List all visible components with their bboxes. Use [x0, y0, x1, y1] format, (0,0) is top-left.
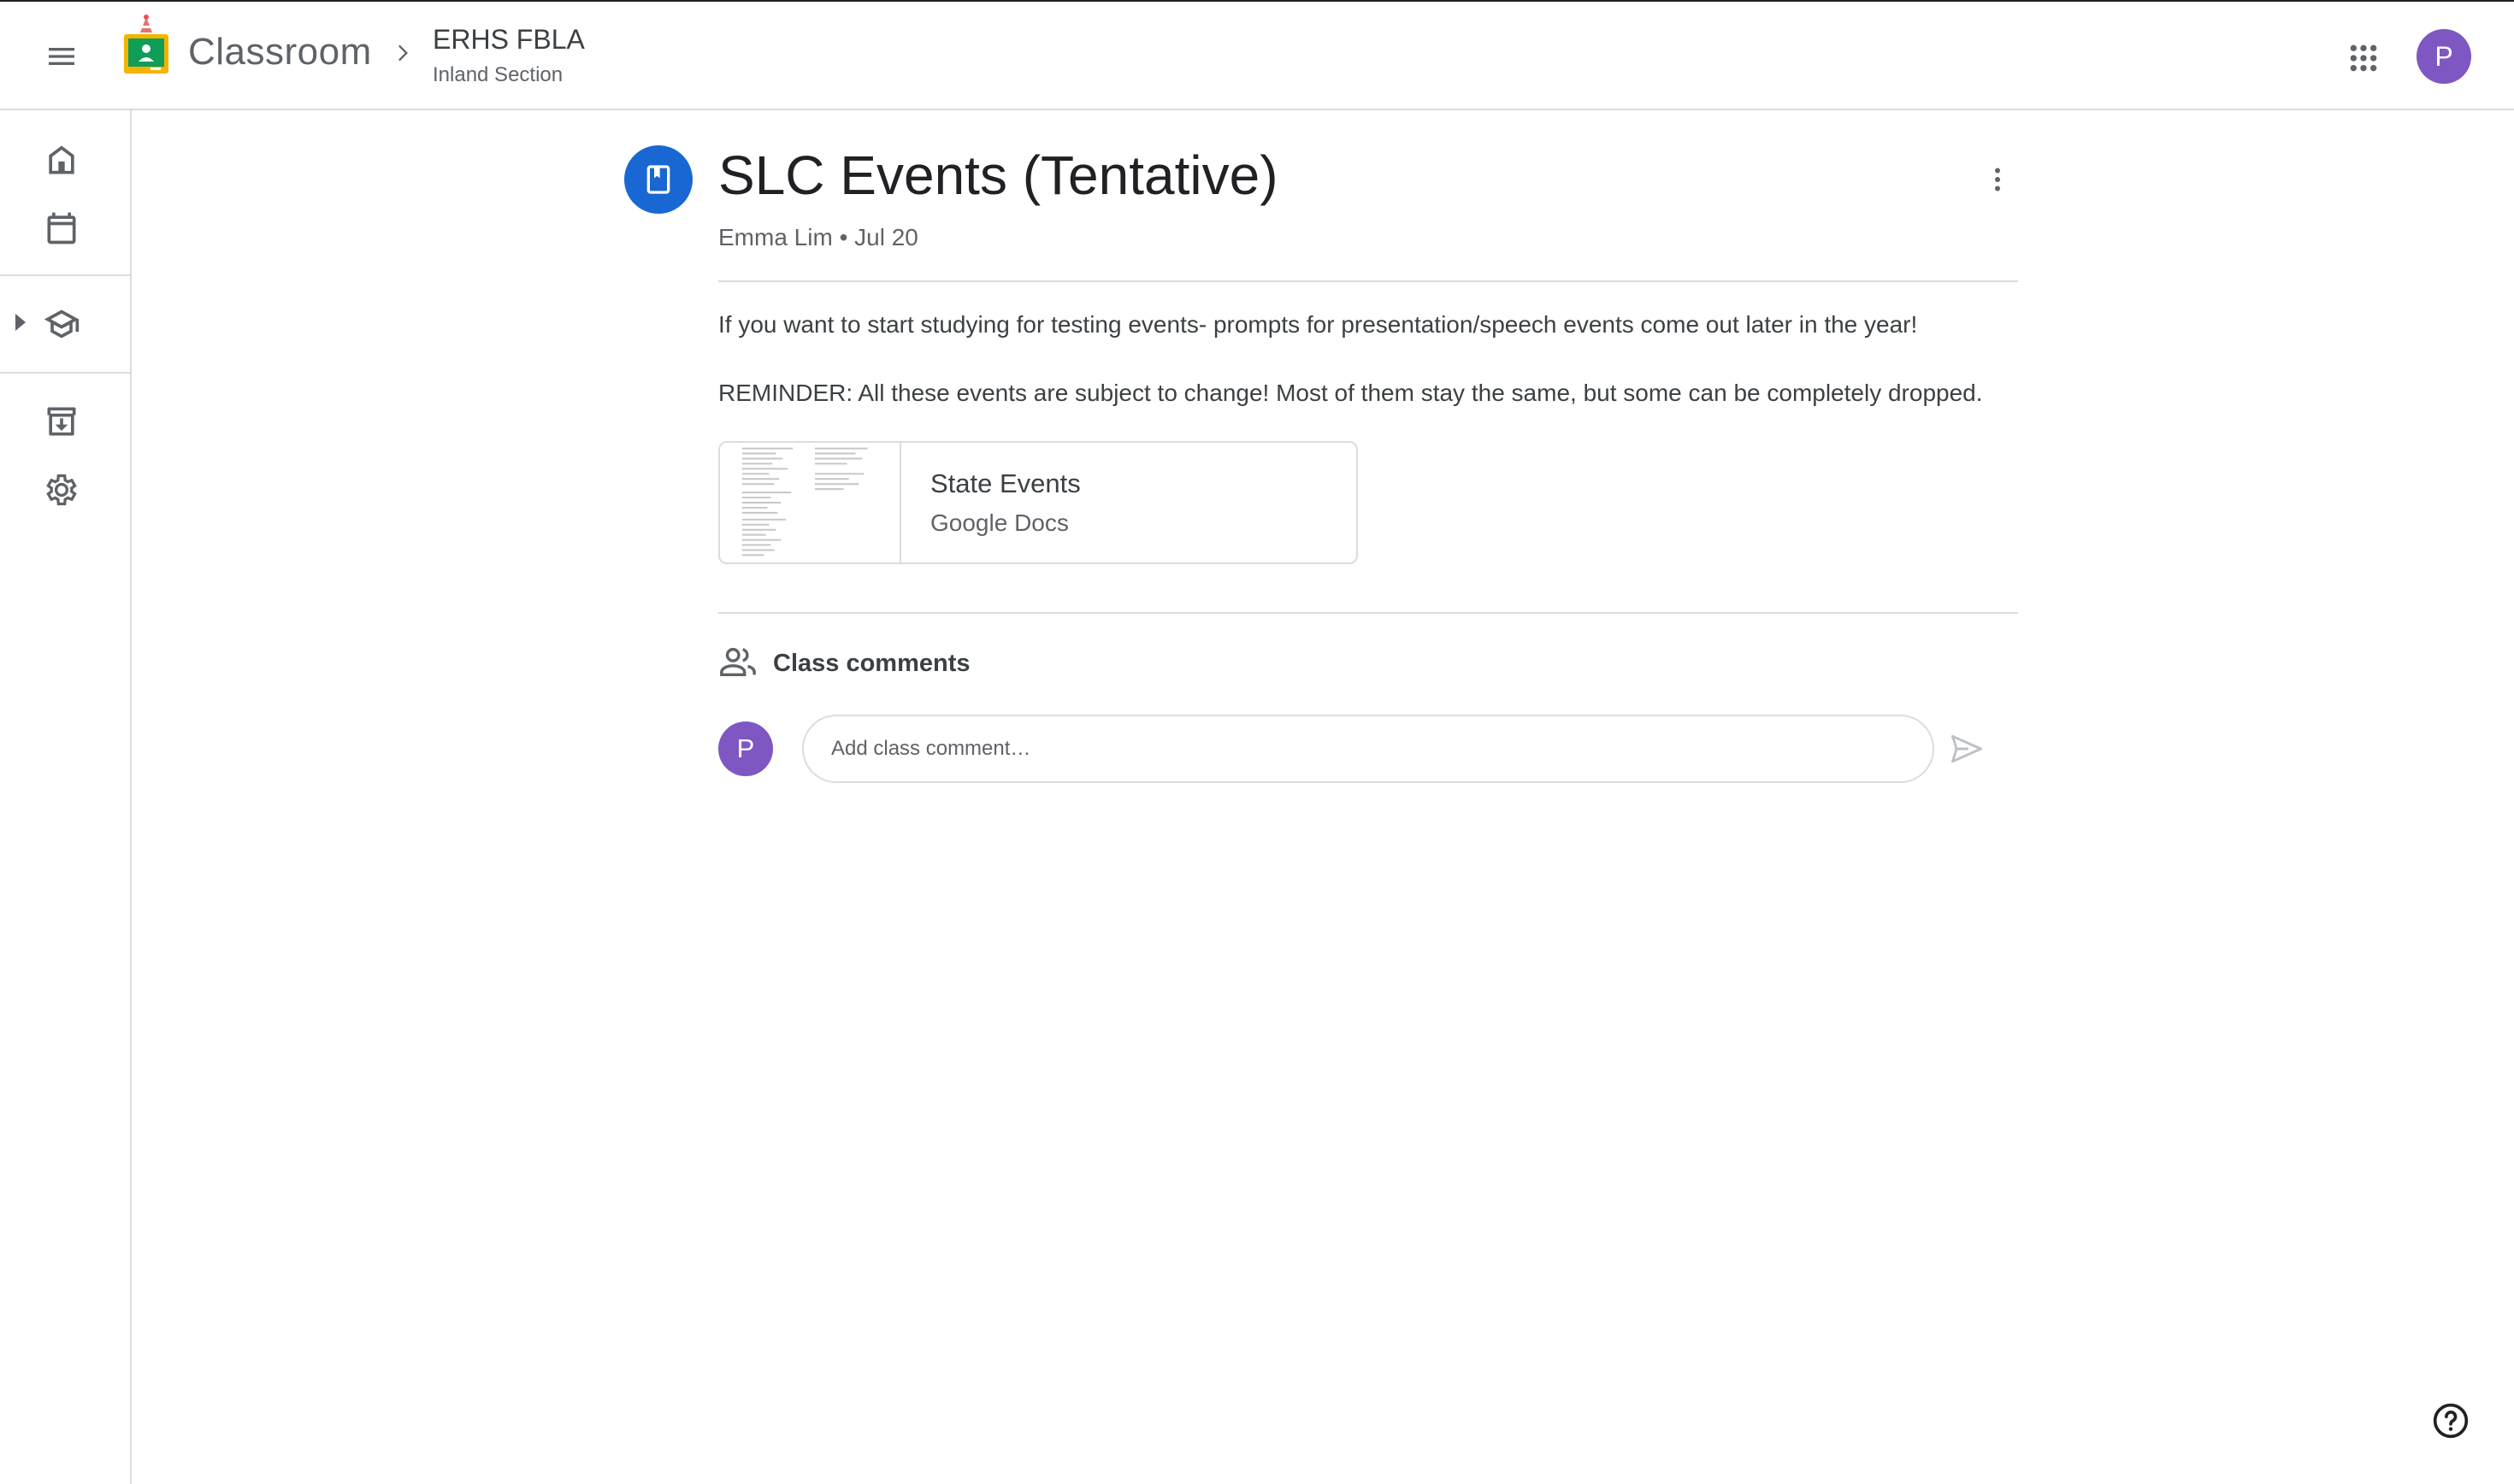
post-comment-button[interactable] [1946, 728, 1987, 769]
sidebar-item-archived[interactable] [36, 396, 87, 447]
help-button[interactable] [2428, 1399, 2473, 1443]
post-more-options-button[interactable] [1975, 156, 2020, 203]
document-thumbnail [720, 443, 901, 562]
post-body-paragraph: If you want to start studying for testin… [718, 311, 1918, 338]
rail-divider [0, 274, 130, 276]
attachment-title: State Events [930, 468, 1081, 498]
expand-caret-icon[interactable] [12, 312, 29, 333]
help-circle-icon [2433, 1403, 2469, 1439]
material-bookmark-icon [646, 165, 670, 194]
archive-icon [47, 407, 76, 436]
post-divider [718, 280, 2018, 282]
sidebar-item-calendar[interactable] [36, 203, 87, 254]
attachment-card[interactable]: State Events Google Docs [718, 441, 1358, 564]
rail-divider [0, 372, 130, 374]
app-brand[interactable]: Classroom [188, 31, 372, 74]
sidebar-item-home[interactable] [36, 134, 87, 186]
class-section: Inland Section [433, 63, 564, 86]
send-icon [1951, 734, 1982, 763]
apps-grid-icon [2350, 44, 2377, 72]
google-apps-button[interactable] [2341, 36, 2386, 80]
sidebar-item-enrolled[interactable] [36, 298, 87, 350]
class-comment-input[interactable] [802, 715, 1934, 783]
sidebar-item-settings[interactable] [36, 464, 87, 515]
people-icon [720, 647, 756, 677]
comments-divider [718, 612, 2018, 614]
home-icon [49, 145, 74, 174]
class-comments-label: Class comments [773, 650, 971, 677]
post-body-paragraph: REMINDER: All these events are subject t… [718, 380, 1983, 406]
graduation-cap-icon [44, 309, 80, 339]
class-name-link[interactable]: ERHS FBLA [433, 24, 585, 56]
main-menu-button[interactable] [34, 32, 89, 80]
more-vert-icon [1995, 168, 2000, 191]
top-app-bar: Classroom ERHS FBLA Inland Section P [0, 0, 2514, 110]
hamburger-menu-icon [49, 48, 74, 65]
material-post-icon [624, 145, 693, 214]
calendar-icon [47, 212, 76, 244]
commenter-avatar: P [718, 721, 773, 776]
gear-icon [46, 474, 77, 506]
google-classroom-logo[interactable] [121, 14, 171, 77]
post-title: SLC Events (Tentative) [718, 144, 1278, 206]
account-avatar[interactable]: P [2417, 29, 2471, 84]
post-author-date: Emma Lim • Jul 20 [718, 224, 918, 250]
chevron-right-icon [398, 44, 408, 62]
navigation-rail [0, 110, 132, 1484]
attachment-type: Google Docs [930, 509, 1069, 536]
